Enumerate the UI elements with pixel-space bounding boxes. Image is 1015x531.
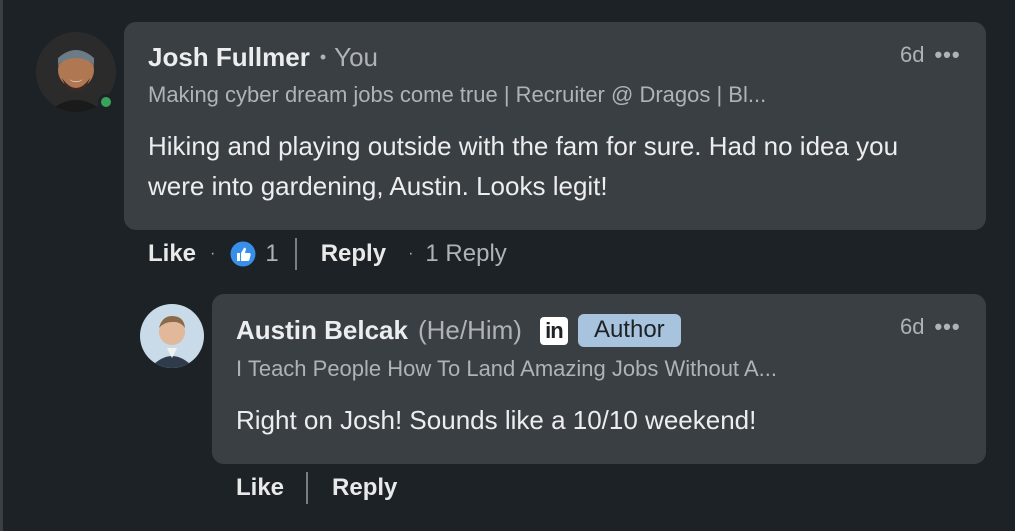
author-name[interactable]: Austin Belcak [236, 315, 408, 346]
avatar-austin-belcak[interactable] [140, 304, 204, 368]
author-name[interactable]: Josh Fullmer [148, 42, 310, 73]
separator-dot: · [408, 245, 414, 262]
comment-meta: 6d ••• [900, 42, 961, 68]
like-button[interactable]: Like [148, 240, 196, 268]
online-status-indicator [98, 94, 114, 110]
thumbs-up-icon[interactable] [229, 240, 257, 268]
comments-thread: Josh Fullmer • You Making cyber dream jo… [0, 0, 1015, 531]
avatar-photo [140, 304, 204, 368]
like-button[interactable]: Like [236, 474, 284, 502]
comment-time: 6d [900, 42, 925, 67]
separator-dot: • [319, 47, 327, 67]
thread-line [0, 0, 3, 531]
reply-count-link[interactable]: 1 Reply [425, 240, 506, 268]
separator-dot: · [210, 245, 216, 262]
author-headline: Making cyber dream jobs come true | Recr… [148, 82, 767, 107]
comment-time: 6d [900, 314, 925, 339]
reply-text: Right on Josh! Sounds like a 10/10 weeke… [236, 405, 757, 435]
author-badge: Author [577, 314, 681, 347]
ellipsis-icon[interactable]: ••• [934, 42, 960, 68]
action-divider [294, 238, 297, 270]
action-divider [306, 472, 309, 504]
comment-text: Hiking and playing outside with the fam … [148, 131, 899, 201]
linkedin-icon: in [539, 316, 568, 345]
reply-button[interactable]: Reply [321, 240, 386, 268]
comment-header: Josh Fullmer • You [148, 42, 378, 73]
author-relation: You [334, 42, 379, 72]
comment-actions: Like · 1 Reply · 1 Reply [148, 238, 507, 270]
reply-button[interactable]: Reply [332, 474, 397, 502]
ellipsis-icon[interactable]: ••• [934, 314, 960, 340]
reply-actions: Like Reply [236, 472, 397, 504]
reaction-count[interactable]: 1 [265, 240, 278, 268]
author-headline: I Teach People How To Land Amazing Jobs … [236, 356, 777, 381]
reply-header: Austin Belcak (He/Him) in Author [236, 314, 681, 347]
reply-meta: 6d ••• [900, 314, 961, 340]
author-pronouns: (He/Him) [417, 315, 522, 345]
